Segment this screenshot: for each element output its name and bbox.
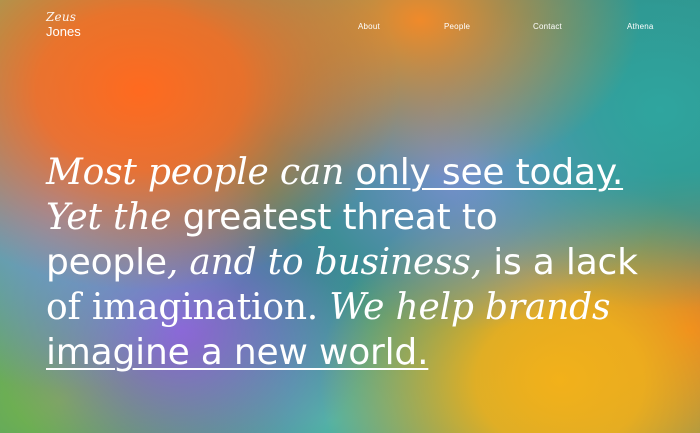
headline-text: Most people can (46, 152, 356, 193)
headline-line-3: people, and to business, is a lack (46, 240, 686, 285)
nav-contact[interactable]: Contact (533, 22, 562, 31)
nav-people[interactable]: People (444, 22, 470, 31)
headline-line-1: Most people can only see today. (46, 150, 686, 195)
headline-line-4: of imagination. We help brands (46, 285, 686, 330)
headline-text: We help brands (318, 287, 611, 328)
headline-text: is a lack (493, 242, 638, 283)
headline-line-2: Yet the greatest threat to (46, 195, 686, 240)
top-nav: About People Contact Athena (0, 22, 700, 34)
hero-headline: Most people can only see today. Yet the … (46, 150, 686, 375)
headline-text: greatest threat to (182, 197, 498, 238)
nav-about[interactable]: About (358, 22, 380, 31)
headline-text: Yet the (46, 197, 183, 238)
headline-text: of imagination. (46, 287, 319, 328)
headline-text: , and to business, (166, 242, 494, 283)
headline-text: people (46, 242, 167, 283)
nav-athena[interactable]: Athena (627, 22, 654, 31)
imagine-a-new-world-link[interactable]: imagine a new world. (46, 332, 429, 373)
headline-line-5: imagine a new world. (46, 330, 686, 375)
only-see-today-link[interactable]: only see today. (355, 152, 623, 193)
